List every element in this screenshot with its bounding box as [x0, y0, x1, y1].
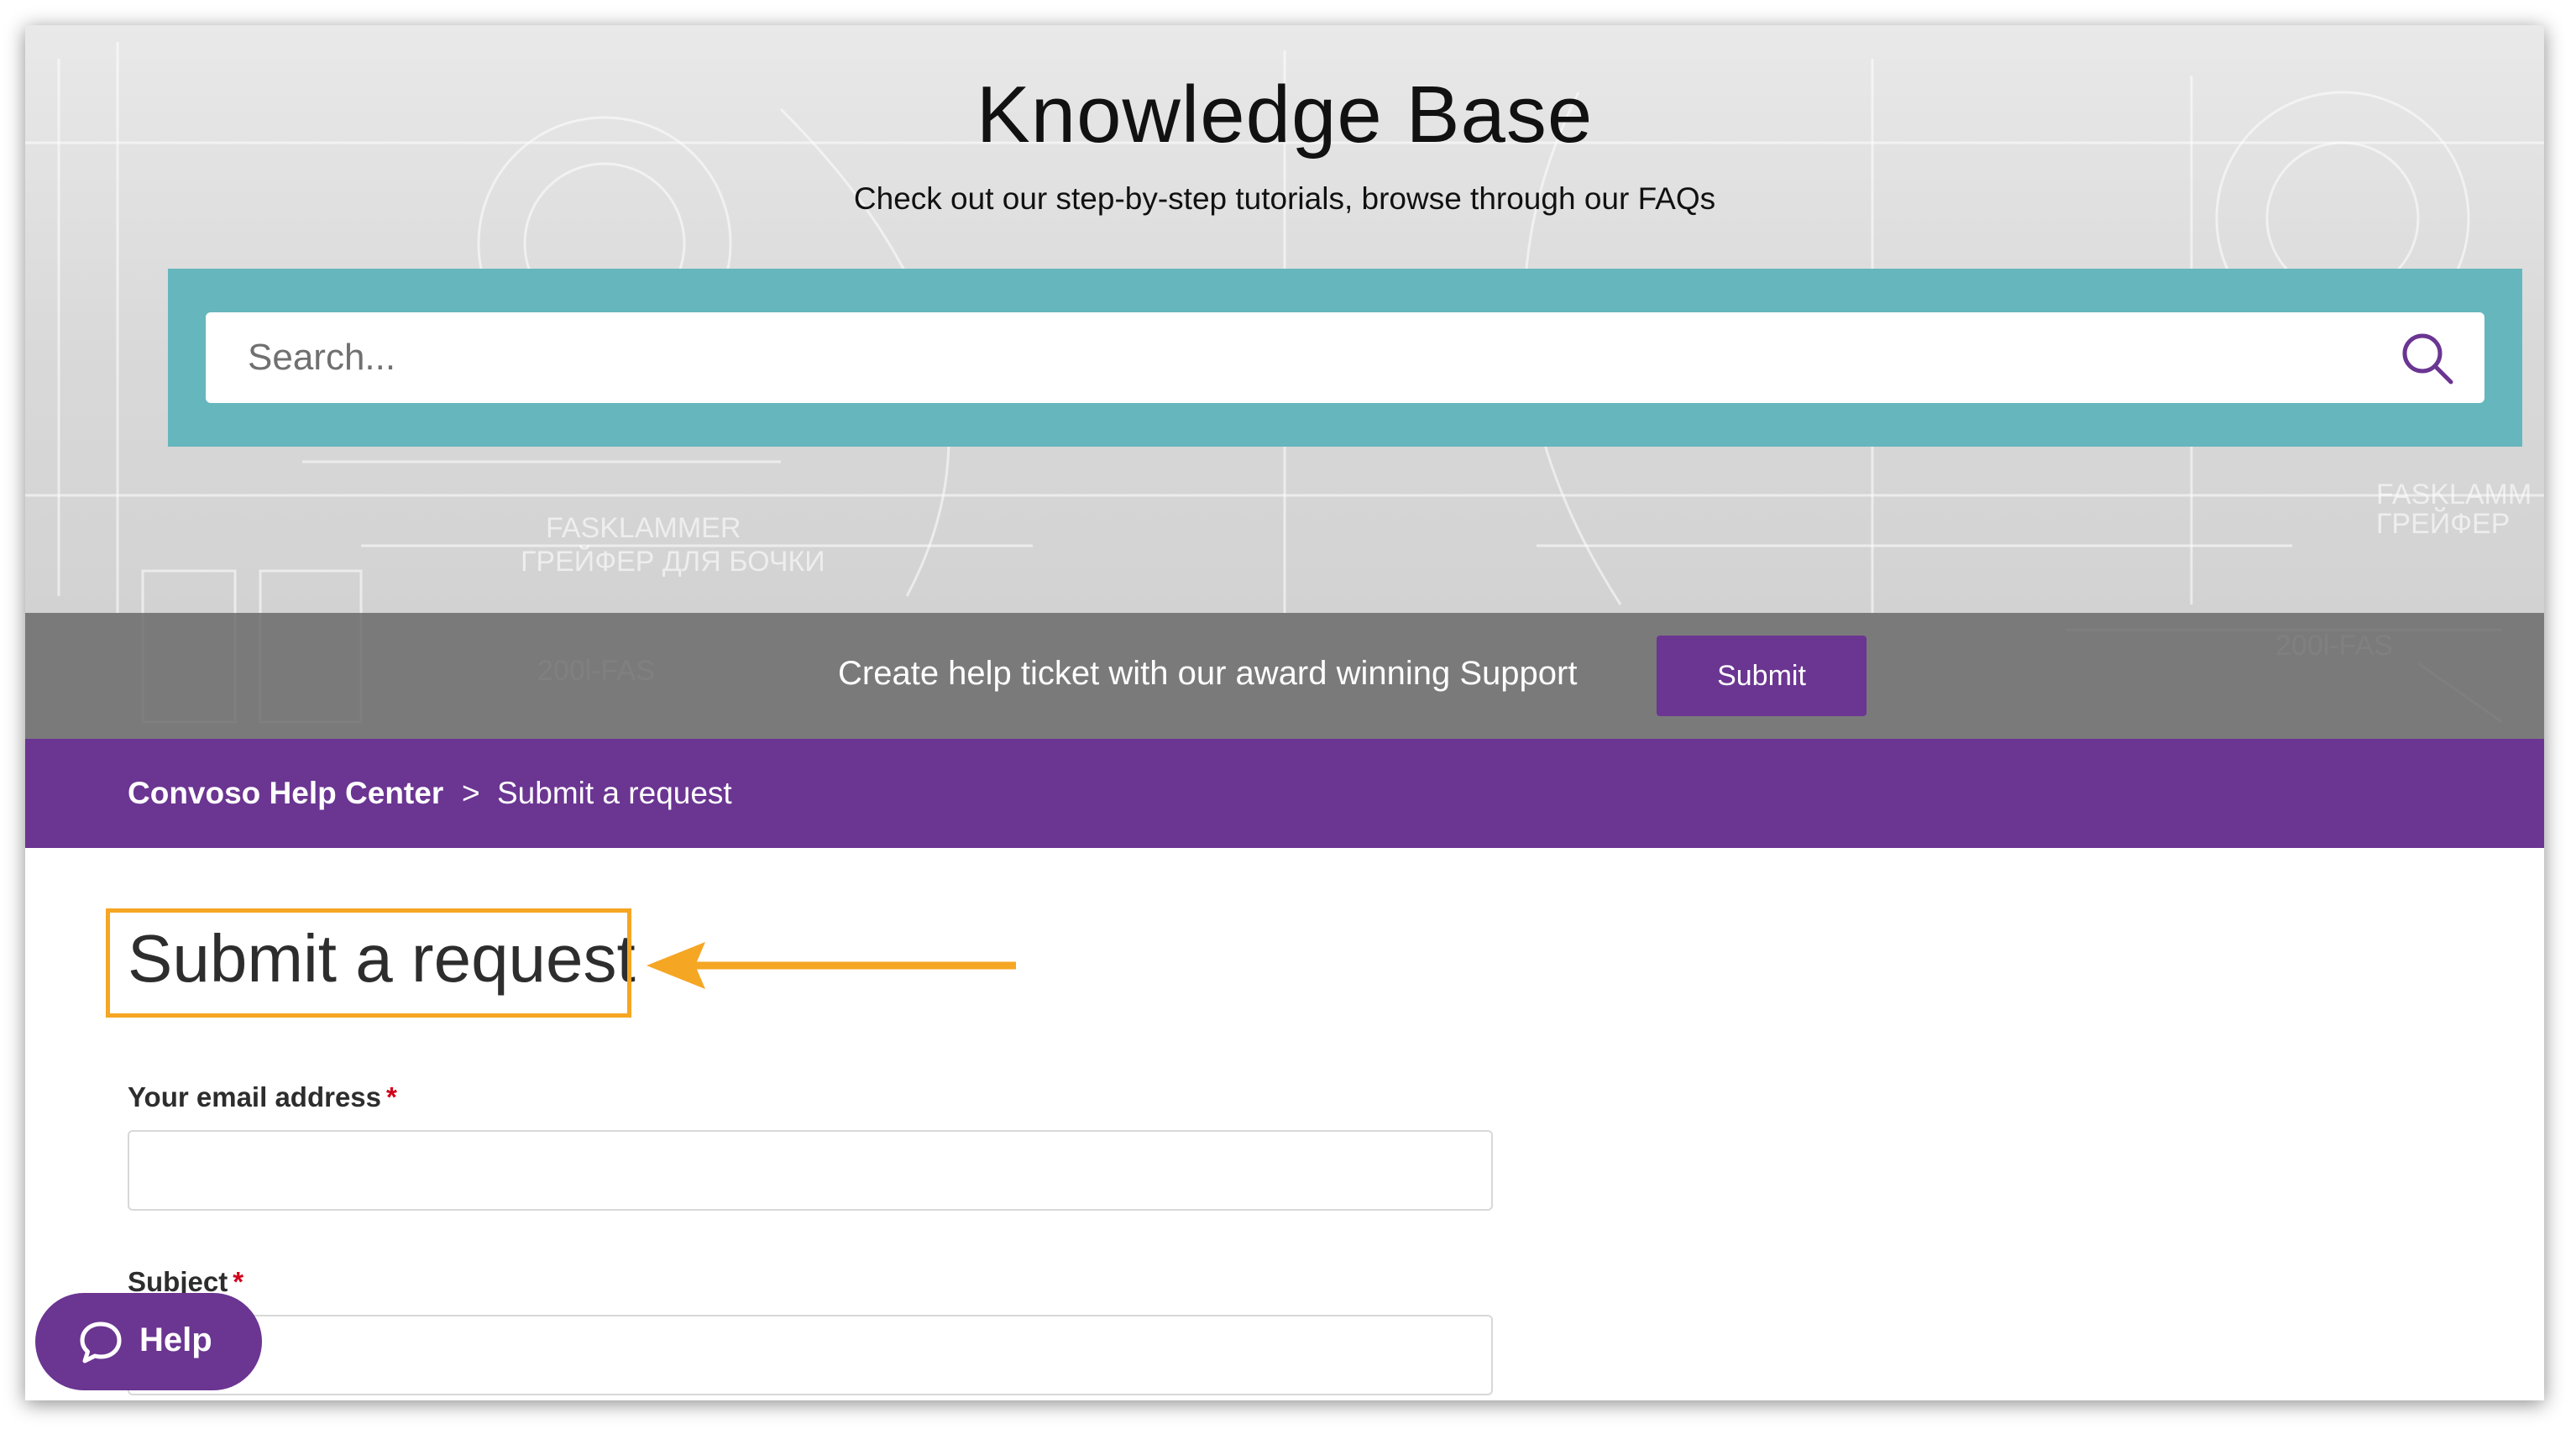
support-prompt: Create help ticket with our award winnin… — [838, 655, 1578, 692]
required-marker: * — [233, 1266, 244, 1297]
search-band — [168, 269, 2522, 447]
support-ticket-bar: Create help ticket with our award winnin… — [25, 613, 2544, 739]
chat-bubble-icon — [80, 1321, 122, 1363]
search-input[interactable] — [206, 312, 2484, 403]
subject-field[interactable] — [128, 1315, 1493, 1395]
screenshot-frame: FASKLAMMER ГРЕЙФЕР ДЛЯ БОЧКИ FASKLAMM ГР… — [25, 25, 2544, 1400]
svg-text:ГРЕЙФЕР: ГРЕЙФЕР — [2376, 508, 2510, 540]
required-marker: * — [386, 1081, 397, 1112]
email-label-text: Your email address — [128, 1081, 382, 1112]
page-heading: Knowledge Base — [976, 70, 1594, 160]
arrow-annotation-icon — [647, 942, 1016, 989]
breadcrumb: Convoso Help Center > Submit a request — [25, 739, 2544, 848]
breadcrumb-home-link[interactable]: Convoso Help Center — [128, 776, 443, 811]
svg-text:FASKLAMMER: FASKLAMMER — [546, 512, 741, 544]
annotation-highlight-box — [106, 908, 631, 1018]
svg-text:FASKLAMM: FASKLAMM — [2376, 479, 2531, 510]
svg-text:ГРЕЙФЕР ДЛЯ БОЧКИ: ГРЕЙФЕР ДЛЯ БОЧКИ — [521, 546, 825, 578]
page-subheading: Check out our step-by-step tutorials, br… — [853, 181, 1716, 216]
submit-ticket-button[interactable]: Submit — [1657, 636, 1867, 716]
knowledge-base-hero: FASKLAMMER ГРЕЙФЕР ДЛЯ БОЧКИ FASKLAMM ГР… — [25, 25, 2544, 739]
help-widget-button[interactable]: Help — [35, 1293, 262, 1390]
breadcrumb-current[interactable]: Submit a request — [497, 776, 732, 811]
search-icon[interactable] — [2400, 331, 2455, 386]
breadcrumb-separator: > — [462, 776, 480, 810]
email-field[interactable] — [128, 1130, 1493, 1211]
email-field-label: Your email address * — [128, 1081, 397, 1113]
help-label: Help — [139, 1321, 212, 1358]
